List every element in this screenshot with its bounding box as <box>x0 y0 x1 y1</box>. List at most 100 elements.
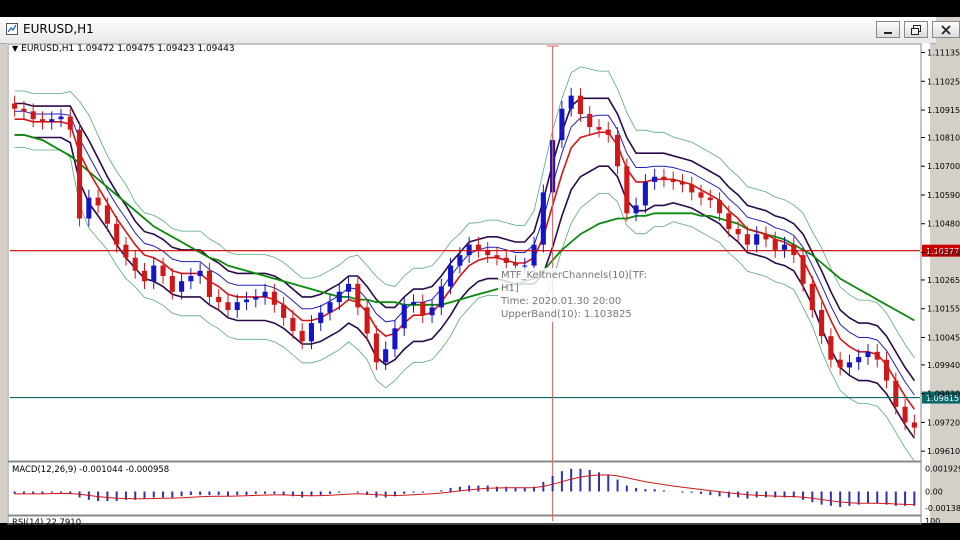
candle-body <box>540 192 546 245</box>
candle-body <box>21 108 27 112</box>
candle-body <box>874 351 880 360</box>
candle-body <box>494 255 500 258</box>
candle-body <box>679 181 686 185</box>
candle-body <box>614 134 621 167</box>
candle-body <box>624 166 630 214</box>
candle-body <box>902 406 908 423</box>
candle-body <box>503 257 509 263</box>
candle-body <box>290 317 296 331</box>
tooltip-line-4: UpperBand(10): 1.103825 <box>501 309 632 320</box>
price-axis-label: 1.10045 <box>927 333 960 342</box>
candle-body <box>726 213 732 229</box>
candle-body <box>735 228 741 235</box>
candle-body <box>717 200 723 214</box>
candle-body <box>160 265 166 277</box>
bollinger-lower-line <box>14 147 915 462</box>
candle-body <box>355 283 361 308</box>
chart-window-icon <box>6 23 18 35</box>
candle-body <box>559 108 565 141</box>
symbol-info-line: ▼ EURUSD,H1 1.09472 1.09475 1.09423 1.094… <box>12 44 235 54</box>
candle-body <box>169 276 175 292</box>
candle-body <box>30 111 36 120</box>
candle-body <box>346 283 352 292</box>
candle-body <box>327 302 333 313</box>
candle-body <box>225 302 231 311</box>
candle-body <box>429 307 435 316</box>
candle-body <box>466 244 472 256</box>
macd-axis-label: 0.00 <box>925 487 943 496</box>
macd-label: MACD(12,26,9) -0.001044 -0.000958 <box>12 465 169 475</box>
minimize-button[interactable] <box>876 21 900 38</box>
candle-body <box>104 205 110 224</box>
symbol-dropdown-icon[interactable]: ▼ <box>12 44 18 53</box>
candle-body <box>77 129 83 219</box>
candle-body <box>206 270 212 297</box>
price-axis-label: 1.10700 <box>927 162 960 171</box>
candle-body <box>800 255 806 284</box>
candle-body <box>754 234 760 245</box>
tooltip-line-1: MTF_KeltnerChannels(10)[TF: <box>501 270 648 281</box>
price-axis-label: 1.09720 <box>927 418 960 427</box>
candle-body <box>151 265 157 282</box>
candle-body <box>299 330 305 342</box>
chart-area[interactable]: 1.10377 1.09815 1.11135 1.11025 1.10915 1.10… <box>7 43 960 528</box>
price-axis-layer: 1.11135 1.11025 1.10915 1.10810 1.10700 1.105… <box>921 49 960 456</box>
price-axis-label: 1.10915 <box>927 106 960 115</box>
candle-body <box>281 304 287 318</box>
candle-body <box>67 116 73 130</box>
tooltip-line-2: H1] <box>501 283 519 294</box>
rsi-label: RSI(14) 22.7910 <box>12 518 81 528</box>
price-axis-label: 1.10480 <box>927 220 960 229</box>
candle-body <box>271 291 277 305</box>
price-axis-label: 1.10810 <box>927 133 960 142</box>
close-icon <box>941 25 951 35</box>
candle-body <box>95 197 101 206</box>
candle-body <box>114 223 120 245</box>
candle-body <box>781 244 788 250</box>
candle-body <box>828 336 834 360</box>
candle-body <box>652 176 658 182</box>
window-title: EURUSD,H1 <box>23 22 94 36</box>
candle-body <box>512 262 519 266</box>
candle-body <box>336 291 342 303</box>
candles-layer <box>12 87 917 436</box>
keltner-inner-upper-line <box>14 110 915 396</box>
candle-body <box>587 113 593 128</box>
chart-canvas[interactable]: 1.103771.09815 1.111351.110251.109151.10… <box>7 43 960 528</box>
candle-body <box>837 359 843 368</box>
candle-body <box>689 184 695 193</box>
candle-body <box>522 265 528 267</box>
price-axis-label: 1.09610 <box>927 447 960 456</box>
candle-body <box>846 362 852 368</box>
candle-body <box>856 357 862 363</box>
candle-body <box>791 244 797 256</box>
candle-body <box>531 244 537 266</box>
close-button[interactable] <box>932 21 960 38</box>
candle-body <box>596 127 602 130</box>
candle-body <box>253 296 259 300</box>
candle-body <box>243 299 250 303</box>
rsi-axis-tick-100: 100 <box>925 517 940 526</box>
candle-body <box>262 291 268 297</box>
candle-body <box>58 116 64 120</box>
candle-body <box>318 312 324 324</box>
price-axis-label: 1.10370 <box>927 249 960 258</box>
candle-body <box>670 179 676 182</box>
candle-body <box>605 129 611 135</box>
candle-body <box>141 270 148 282</box>
candle-body <box>86 197 92 219</box>
candle-body <box>179 281 185 292</box>
restore-button[interactable] <box>904 21 928 38</box>
candle-body <box>707 197 713 201</box>
candle-body <box>39 119 46 122</box>
candle-body <box>744 234 750 245</box>
candle-body <box>883 359 890 381</box>
price-axis-label: 1.10155 <box>927 305 960 314</box>
candle-body <box>893 380 899 407</box>
ma-slow-line <box>14 134 915 322</box>
window-titlebar[interactable]: EURUSD,H1 <box>0 17 960 44</box>
candle-body <box>410 302 417 305</box>
candle-body <box>383 349 389 363</box>
indicator-tooltip: MTF_KeltnerChannels(10)[TF: H1] Time: 20… <box>498 268 649 322</box>
candle-body <box>642 181 648 206</box>
